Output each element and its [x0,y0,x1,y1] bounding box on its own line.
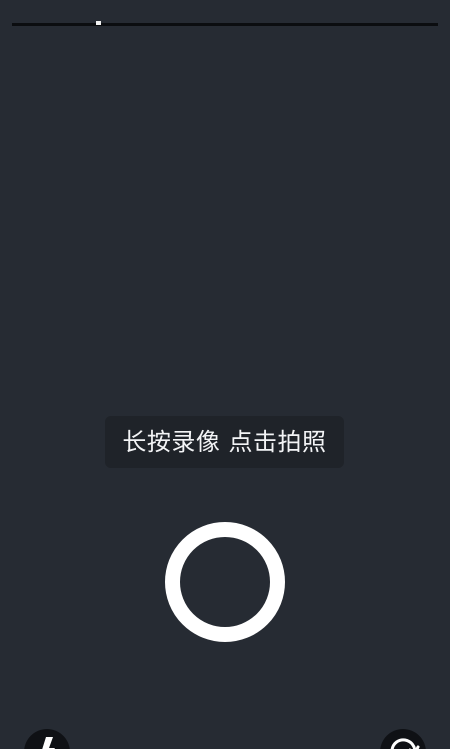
switch-camera-button[interactable] [380,729,426,749]
switch-camera-icon [390,738,420,749]
capture-hint: 长按录像 点击拍照 [105,416,344,468]
recording-progress-marker [96,21,102,25]
capture-button[interactable] [165,522,285,642]
flash-button[interactable] [24,729,70,749]
camera-screen: 长按录像 点击拍照 [0,0,450,749]
flash-icon [42,737,55,749]
recording-progress-track [12,23,438,26]
